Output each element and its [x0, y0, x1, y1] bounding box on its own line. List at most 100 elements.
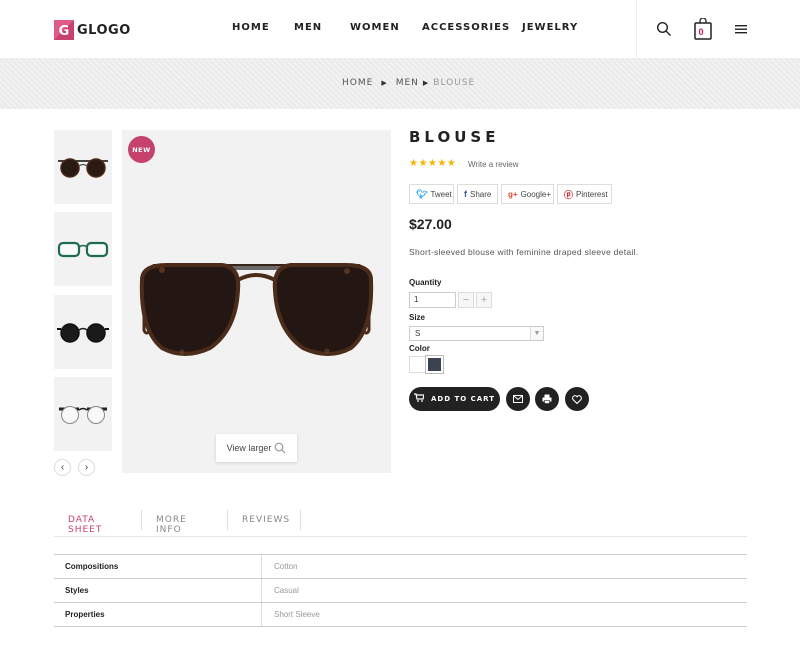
thumbnails-prev-button[interactable]: ‹: [54, 459, 71, 476]
breadcrumb-home[interactable]: HOME: [342, 78, 373, 88]
data-sheet-value: Short Sleeve: [274, 610, 320, 619]
svg-text:G: G: [59, 24, 70, 39]
product-price: $27.00: [409, 216, 452, 232]
pinterest-icon: ⓟ: [564, 189, 574, 200]
facebook-icon: f: [464, 189, 467, 199]
size-selected-value: S: [415, 329, 421, 338]
tab-separator: [141, 510, 142, 530]
tab-more-info[interactable]: MORE INFO: [156, 515, 187, 535]
new-badge: NEW: [128, 136, 155, 163]
nav-men[interactable]: MEN: [294, 22, 322, 33]
chevron-right-icon: ›: [84, 462, 89, 473]
twitter-icon: 🐦︎: [416, 188, 428, 199]
view-larger-label: View larger: [226, 443, 272, 453]
table-row: Compositions Cotton: [54, 555, 747, 579]
breadcrumb-current: BLOUSE: [433, 78, 476, 88]
search-button[interactable]: [653, 18, 675, 40]
view-larger-button[interactable]: View larger: [216, 434, 297, 462]
nav-home[interactable]: HOME: [232, 22, 270, 33]
cart-icon: [413, 393, 425, 405]
browline-glasses-thumb-icon: [59, 406, 107, 424]
google-plus-button[interactable]: g+ Google+: [501, 184, 554, 204]
header-divider: [636, 0, 637, 59]
tabs-divider-line: [54, 536, 747, 537]
tab-reviews[interactable]: REVIEWS: [242, 515, 290, 525]
data-sheet-key: Styles: [65, 586, 89, 595]
color-swatch-dark[interactable]: [425, 355, 444, 374]
facebook-share-button[interactable]: f Share: [457, 184, 498, 204]
sunglasses-tortoise-thumb-icon: [58, 158, 108, 178]
thumbnail-1[interactable]: [54, 130, 112, 204]
color-swatch-white[interactable]: [409, 356, 426, 373]
logo[interactable]: G GLOGO: [54, 19, 131, 41]
add-to-cart-label: ADD TO CART: [430, 395, 496, 403]
data-sheet-value: Casual: [274, 586, 299, 595]
breadcrumb: HOME ▶ MEN ▶ BLOUSE: [342, 78, 475, 88]
breadcrumb-separator-icon: ▶: [422, 79, 430, 87]
chevron-left-icon: ‹: [60, 462, 65, 473]
pinterest-button[interactable]: ⓟ Pinterest: [557, 184, 612, 204]
nav-jewelry[interactable]: JEWELRY: [522, 22, 578, 33]
logo-mark-icon: G: [54, 20, 74, 40]
size-select[interactable]: S ▼: [409, 326, 544, 341]
share-label: Share: [470, 189, 492, 199]
add-to-cart-button[interactable]: ADD TO CART: [409, 387, 500, 411]
thumbnails-next-button[interactable]: ›: [78, 459, 95, 476]
quantity-decrease-button[interactable]: −: [458, 292, 474, 308]
color-label: Color: [409, 344, 430, 353]
add-to-wishlist-button[interactable]: [565, 387, 589, 411]
sunglasses-main-image: [139, 263, 374, 356]
nav-women[interactable]: WOMEN: [350, 22, 400, 33]
printer-icon: [542, 394, 552, 404]
data-sheet-key: Compositions: [65, 562, 119, 571]
zoom-icon: [275, 442, 286, 454]
tab-separator: [300, 510, 301, 530]
google-label: Google+: [520, 189, 552, 199]
black-sunglasses-thumb-icon: [57, 323, 109, 343]
breadcrumb-separator-icon: ▶: [381, 79, 388, 87]
data-sheet-value: Cotton: [274, 562, 298, 571]
tweet-label: Tweet: [430, 189, 452, 199]
tab-data-sheet[interactable]: DATA SHEET: [68, 515, 102, 535]
green-glasses-thumb-icon: [57, 241, 109, 258]
rating-stars-icon: ★★★★★: [409, 158, 457, 169]
google-plus-icon: g+: [508, 189, 518, 199]
cart-count-badge: 0: [698, 27, 704, 37]
column-divider: [261, 579, 262, 602]
size-label: Size: [409, 313, 426, 322]
thumbnail-2[interactable]: [54, 212, 112, 286]
column-divider: [261, 555, 262, 578]
nav-accessories[interactable]: ACCESSORIES: [422, 22, 510, 33]
column-divider: [261, 603, 262, 626]
data-sheet-key: Properties: [65, 610, 105, 619]
pinterest-label: Pinterest: [576, 189, 608, 199]
print-button[interactable]: [535, 387, 559, 411]
cart-button[interactable]: 0: [692, 18, 714, 40]
breadcrumb-men[interactable]: MEN: [396, 78, 419, 88]
thumbnail-3[interactable]: [54, 295, 112, 369]
product-description: Short-sleeved blouse with feminine drape…: [409, 247, 639, 257]
menu-button[interactable]: [730, 18, 752, 40]
send-to-friend-button[interactable]: [506, 387, 530, 411]
header: G GLOGO HOME MEN WOMEN ACCESSORIES JEWEL…: [0, 0, 800, 59]
quantity-increase-button[interactable]: +: [476, 292, 492, 308]
search-icon: [656, 21, 671, 36]
main-product-image[interactable]: [122, 130, 391, 473]
table-row: Styles Casual: [54, 579, 747, 603]
plus-icon: +: [480, 294, 488, 306]
hamburger-menu-icon: [735, 25, 747, 34]
quantity-label: Quantity: [409, 278, 442, 287]
product-title: BLOUSE: [409, 128, 500, 146]
envelope-icon: [513, 395, 523, 403]
data-sheet-table: Compositions Cotton Styles Casual Proper…: [54, 554, 747, 627]
table-row: Properties Short Sleeve: [54, 603, 747, 627]
quantity-input[interactable]: 1: [409, 292, 456, 308]
chevron-down-icon: ▼: [530, 327, 543, 340]
tab-separator: [227, 510, 228, 530]
heart-icon: [572, 394, 582, 404]
write-review-link[interactable]: Write a review: [468, 160, 519, 169]
logo-text: GLOGO: [77, 22, 131, 38]
thumbnail-4[interactable]: [54, 377, 112, 451]
minus-icon: −: [462, 294, 470, 306]
tweet-button[interactable]: 🐦︎ Tweet: [409, 184, 454, 204]
